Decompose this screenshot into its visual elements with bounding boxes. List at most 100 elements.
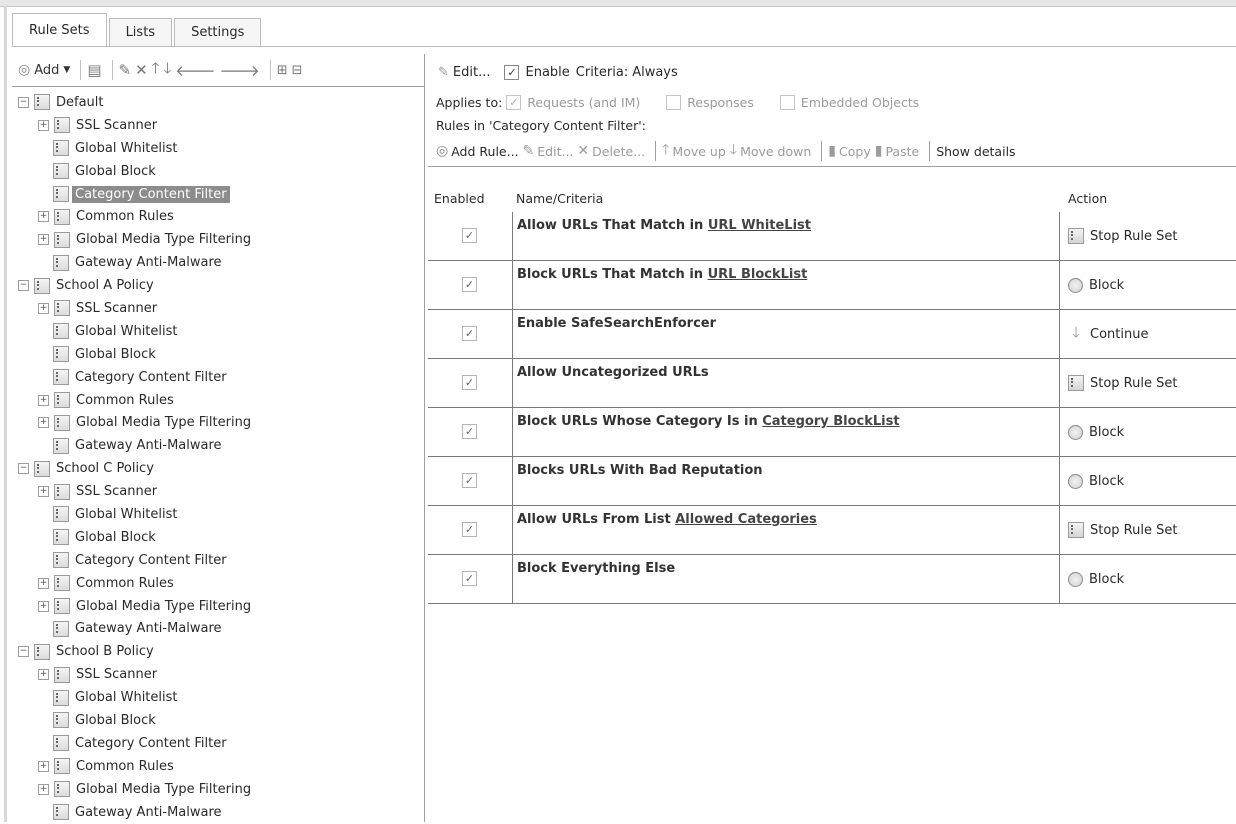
enabled-column-header[interactable]: Enabled — [428, 191, 512, 206]
tab-rule-sets[interactable]: Rule Sets — [12, 13, 107, 47]
rule-list-link[interactable]: Category BlockList — [762, 414, 899, 429]
tree-node[interactable]: − School C Policy — [12, 457, 424, 480]
rule-action-cell[interactable]: Block — [1060, 261, 1236, 309]
expand-icon[interactable]: + — [38, 600, 49, 612]
paste-rule-button[interactable]: ▮ Paste — [875, 143, 919, 159]
tree-node[interactable]: Global Whitelist — [12, 320, 424, 343]
rule-row[interactable]: ✓ Block Everything Else Block — [428, 555, 1236, 604]
expand-icon[interactable]: + — [38, 119, 49, 131]
tree-node[interactable]: − School B Policy — [12, 640, 424, 663]
criteria-value[interactable]: Always — [632, 65, 678, 80]
expand-icon[interactable]: + — [38, 577, 49, 589]
move-up-rule-button[interactable]: 🡑 Move up — [662, 139, 726, 163]
tree-node[interactable]: Global Block — [12, 709, 424, 732]
expand-icon[interactable]: + — [38, 394, 49, 406]
add-rule-button[interactable]: ◎ Add Rule... — [436, 143, 519, 159]
rule-name-cell[interactable]: Allow URLs That Match in URL WhiteList — [512, 212, 1060, 260]
collapse-icon[interactable]: − — [18, 646, 29, 658]
tree-node[interactable]: Gateway Anti-Malware — [12, 617, 424, 640]
tab-lists[interactable]: Lists — [108, 18, 173, 46]
tree-node[interactable]: Gateway Anti-Malware — [12, 801, 424, 824]
tree-node[interactable]: − Default — [12, 91, 424, 114]
rule-name-cell[interactable]: Block URLs That Match in URL BlockList — [512, 261, 1060, 309]
tree-node[interactable]: Global Whitelist — [12, 137, 424, 160]
rule-action-cell[interactable]: 🡓 Continue — [1060, 310, 1236, 358]
expand-icon[interactable]: + — [38, 760, 49, 772]
rule-action-cell[interactable]: Block — [1060, 555, 1236, 603]
expand-icon[interactable]: + — [38, 417, 49, 429]
tree-node[interactable]: Global Block — [12, 160, 424, 183]
expand-icon[interactable]: + — [38, 486, 49, 498]
edit-rule-button[interactable]: ✎ Edit... — [523, 143, 574, 159]
rule-enabled-checkbox[interactable]: ✓ — [462, 277, 477, 292]
rule-row[interactable]: ✓ Block URLs Whose Category Is in Categor… — [428, 408, 1236, 457]
move-right-button[interactable]: 🡒 — [220, 61, 260, 80]
rule-action-cell[interactable]: Block — [1060, 408, 1236, 456]
collapse-icon[interactable]: − — [18, 96, 29, 108]
tree-node[interactable]: + SSL Scanner — [12, 297, 424, 320]
tree-node[interactable]: + SSL Scanner — [12, 663, 424, 686]
tree-node[interactable]: + Global Media Type Filtering — [12, 595, 424, 618]
tree-node[interactable]: + Common Rules — [12, 389, 424, 412]
move-left-button[interactable]: 🡐 — [175, 61, 215, 80]
rule-name-cell[interactable]: Blocks URLs With Bad Reputation — [512, 457, 1060, 505]
collapse-icon[interactable]: − — [18, 463, 29, 475]
move-down-rule-button[interactable]: 🡓 Move down — [730, 139, 812, 163]
rule-enabled-checkbox[interactable]: ✓ — [462, 522, 477, 537]
ruleset-button[interactable]: ▤ — [87, 61, 101, 79]
expand-icon[interactable]: + — [38, 234, 49, 246]
rule-row[interactable]: ✓ Enable SafeSearchEnforcer 🡓 Continue — [428, 310, 1236, 359]
collapse-all-button[interactable]: ⊟ — [292, 63, 303, 78]
move-down-button[interactable]: 🡓 — [163, 58, 171, 83]
add-button[interactable]: ◎ Add ▼ — [18, 62, 70, 78]
collapse-icon[interactable]: − — [18, 280, 29, 292]
rule-list-link[interactable]: Allowed Categories — [675, 512, 817, 527]
tree-node[interactable]: + Common Rules — [12, 205, 424, 228]
expand-icon[interactable]: + — [38, 211, 49, 223]
tree-node[interactable]: Gateway Anti-Malware — [12, 434, 424, 457]
tree-node[interactable]: + Common Rules — [12, 572, 424, 595]
rule-name-cell[interactable]: Allow Uncategorized URLs — [512, 359, 1060, 407]
rule-action-cell[interactable]: Stop Rule Set — [1060, 212, 1236, 260]
tree-node[interactable]: + Common Rules — [12, 755, 424, 778]
tree-node[interactable]: + Global Media Type Filtering — [12, 228, 424, 251]
tree-node[interactable]: Category Content Filter — [12, 732, 424, 755]
rule-row[interactable]: ✓ Allow URLs From List Allowed Categories… — [428, 506, 1236, 555]
tree-node[interactable]: Category Content Filter — [12, 366, 424, 389]
tree-node[interactable]: + SSL Scanner — [12, 480, 424, 503]
edit-ruleset-button[interactable]: ✎ Edit... — [438, 65, 490, 80]
rule-row[interactable]: ✓ Allow Uncategorized URLs Stop Rule Set — [428, 359, 1236, 408]
tree-node[interactable]: − School A Policy — [12, 274, 424, 297]
rule-name-cell[interactable]: Enable SafeSearchEnforcer — [512, 310, 1060, 358]
enable-checkbox[interactable]: ✓ — [504, 64, 520, 80]
expand-icon[interactable]: + — [38, 783, 49, 795]
expand-icon[interactable]: + — [38, 302, 49, 314]
rule-action-cell[interactable]: Stop Rule Set — [1060, 359, 1236, 407]
move-up-button[interactable]: 🡑 — [152, 58, 160, 83]
expand-all-button[interactable]: ⊞ — [277, 63, 288, 78]
rule-row[interactable]: ✓ Block URLs That Match in URL BlockList B… — [428, 261, 1236, 310]
rule-row[interactable]: ✓ Blocks URLs With Bad Reputation Block — [428, 457, 1236, 506]
delete-rule-button[interactable]: ✕ Delete... — [577, 143, 645, 159]
show-details-button[interactable]: Show details — [936, 144, 1015, 159]
rule-list-link[interactable]: URL BlockList — [708, 267, 808, 282]
tree-node[interactable]: + SSL Scanner — [12, 114, 424, 137]
rule-list-link[interactable]: URL WhiteList — [708, 218, 811, 233]
edit-button[interactable]: ✎ — [119, 61, 132, 79]
tree-node[interactable]: Gateway Anti-Malware — [12, 251, 424, 274]
requests-checkbox[interactable]: ✓ — [506, 94, 522, 110]
rule-enabled-checkbox[interactable]: ✓ — [462, 375, 477, 390]
rule-enabled-checkbox[interactable]: ✓ — [462, 473, 477, 488]
tree-node[interactable]: Global Block — [12, 526, 424, 549]
tree-node[interactable]: + Global Media Type Filtering — [12, 778, 424, 801]
rule-row[interactable]: ✓ Allow URLs That Match in URL WhiteList S… — [428, 212, 1236, 261]
tree-node[interactable]: Category Content Filter — [12, 183, 424, 206]
name-column-header[interactable]: Name/Criteria — [512, 191, 1060, 206]
action-column-header[interactable]: Action — [1060, 191, 1236, 206]
rule-name-cell[interactable]: Block Everything Else — [512, 555, 1060, 603]
rule-enabled-checkbox[interactable]: ✓ — [462, 326, 477, 341]
tree-node[interactable]: Global Whitelist — [12, 686, 424, 709]
rule-action-cell[interactable]: Stop Rule Set — [1060, 506, 1236, 554]
responses-checkbox[interactable] — [666, 94, 682, 110]
rule-enabled-checkbox[interactable]: ✓ — [462, 571, 477, 586]
